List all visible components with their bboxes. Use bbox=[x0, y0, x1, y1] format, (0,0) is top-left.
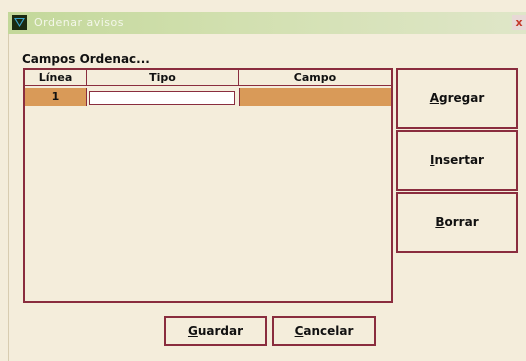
tipo-input[interactable] bbox=[89, 90, 235, 105]
borrar-mnemonic: B bbox=[435, 215, 445, 229]
cell-campo[interactable] bbox=[239, 88, 391, 106]
borrar-label: orrar bbox=[444, 215, 479, 229]
title-bar[interactable]: Ordenar avisos x bbox=[8, 12, 526, 34]
cell-linea[interactable]: 1 bbox=[25, 88, 87, 106]
insertar-label: nsertar bbox=[434, 153, 484, 167]
guardar-button[interactable]: Guardar bbox=[164, 316, 267, 346]
app-logo-icon bbox=[12, 15, 27, 30]
guardar-mnemonic: G bbox=[187, 324, 198, 338]
window-title: Ordenar avisos bbox=[34, 16, 124, 29]
table-header: Línea Tipo Campo bbox=[25, 70, 391, 86]
agregar-mnemonic: A bbox=[429, 91, 440, 105]
column-header-campo[interactable]: Campo bbox=[239, 70, 391, 86]
agregar-label: gregar bbox=[439, 91, 485, 105]
column-header-tipo[interactable]: Tipo bbox=[87, 70, 239, 86]
cancelar-button[interactable]: Cancelar bbox=[272, 316, 376, 346]
cell-tipo[interactable] bbox=[87, 88, 239, 106]
section-label: Campos Ordenac... bbox=[22, 52, 150, 66]
insertar-button[interactable]: Insertar bbox=[396, 130, 518, 191]
cancelar-label: ancelar bbox=[303, 324, 354, 338]
close-icon[interactable]: x bbox=[512, 15, 526, 30]
guardar-label: uardar bbox=[197, 324, 244, 338]
sort-fields-table: Línea Tipo Campo 1 bbox=[23, 68, 393, 303]
borrar-button[interactable]: Borrar bbox=[396, 192, 518, 253]
column-header-linea[interactable]: Línea bbox=[25, 70, 87, 86]
agregar-button[interactable]: Agregar bbox=[396, 68, 518, 129]
table-row[interactable]: 1 bbox=[25, 88, 391, 106]
